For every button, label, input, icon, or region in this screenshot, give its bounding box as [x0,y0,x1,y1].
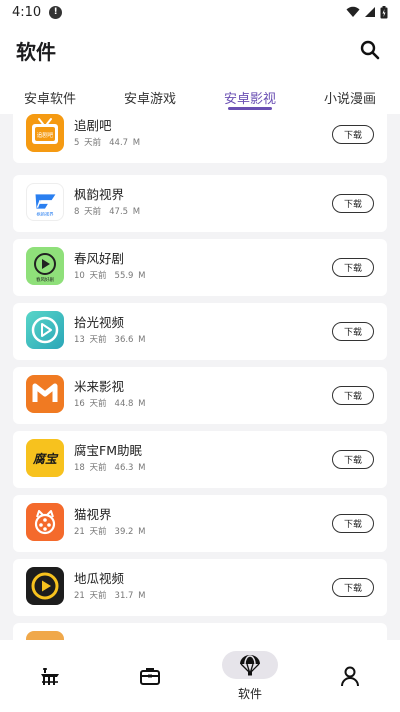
app-name: 追剧吧 [74,118,112,133]
app-name: 米来影视 [74,379,125,394]
play-circle-icon: 春风好剧 [26,247,64,285]
cat-film-icon [26,503,64,541]
app-meta: 21 天前 31.7 M [74,589,146,601]
nav-label: 软件 [237,687,262,701]
tv-icon: 追剧吧 [26,114,64,152]
nav-item-pier[interactable] [0,640,100,712]
app-name: 枫韵视界 [74,187,125,202]
nav-item-toolbox[interactable] [100,640,200,712]
status-time: 4:10 [12,4,42,20]
app-meta: 10 天前 55.9 M [74,269,146,281]
app-icon-partial [26,631,64,640]
app-list[interactable]: 追剧吧 追剧吧 5 天前 44.7 M 下载 枫韵视界 枫韵视界 8 天前 47.5… [0,114,400,640]
app-meta: 13 天前 36.6 M [74,333,146,345]
page-title: 软件 [16,39,56,64]
list-item[interactable]: 春风好剧 春风好剧 10 天前 55.9 M 下载 [13,239,387,296]
app-age: 21 天前 [74,591,107,601]
parachute-icon [238,653,262,681]
svg-text:枫韵视界: 枫韵视界 [36,210,54,217]
status-icons [346,5,388,19]
list-item[interactable]: 米来影视 16 天前 44.8 M 下载 [13,367,387,424]
list-item[interactable]: 拾光视频 13 天前 36.6 M 下载 [13,303,387,360]
app-meta: 21 天前 39.2 M [74,525,146,537]
tab-android-video[interactable]: 安卓影视 [200,76,300,114]
signal-icon [365,7,375,17]
app-size: 55.9 M [114,271,146,281]
app-name: 猫视界 [74,507,112,522]
svg-text:追剧吧: 追剧吧 [37,131,54,139]
app-bar: 软件 [0,24,400,76]
app-meta: 16 天前 44.8 M [74,397,146,409]
list-item[interactable]: 枫韵视界 枫韵视界 8 天前 47.5 M 下载 [13,175,387,232]
app-size: 44.7 M [109,138,141,148]
play-circle-icon [26,567,64,605]
svg-text:春风好剧: 春风好剧 [36,276,54,283]
download-button[interactable]: 下载 [332,514,374,533]
app-size: 47.5 M [109,207,141,217]
nav-item-software[interactable]: 软件 [200,640,300,712]
search-button[interactable] [356,36,384,64]
tab-android-games[interactable]: 安卓游戏 [100,76,200,114]
app-meta: 18 天前 46.3 M [74,461,146,473]
download-button[interactable]: 下载 [332,322,374,341]
app-age: 18 天前 [74,463,107,473]
app-age: 8 天前 [74,207,102,217]
battery-icon [380,5,388,18]
app-name: 地瓜视频 [74,571,125,586]
list-item[interactable]: 猫视界 21 天前 39.2 M 下载 [13,495,387,552]
app-size: 46.3 M [114,463,146,473]
download-button[interactable]: 下载 [332,450,374,469]
category-tabs: 安卓软件 安卓游戏 安卓影视 小说漫画 [0,76,400,114]
download-button[interactable]: 下载 [332,258,374,277]
app-size: 31.7 M [114,591,146,601]
tab-android-software[interactable]: 安卓软件 [0,76,100,114]
tab-novels-comics[interactable]: 小说漫画 [300,76,400,114]
info-icon: ! [49,5,63,19]
fubao-logo-icon: 腐宝 [26,439,64,477]
app-age: 21 天前 [74,527,107,537]
download-button[interactable]: 下载 [332,578,374,597]
maple-logo-icon: 枫韵视界 [26,183,64,221]
list-item[interactable]: 腐宝 腐宝FM助眠 18 天前 46.3 M 下载 [13,431,387,488]
pier-icon [39,665,61,691]
app-age: 13 天前 [74,335,107,345]
app-size: 39.2 M [114,527,146,537]
download-button[interactable]: 下载 [332,194,374,213]
app-size: 36.6 M [114,335,146,345]
bottom-navigation: 软件 [0,640,400,712]
download-button[interactable]: 下载 [332,386,374,405]
app-name: 腐宝FM助眠 [74,443,142,458]
app-age: 16 天前 [74,399,107,409]
list-item[interactable]: 地瓜视频 21 天前 31.7 M 下载 [13,559,387,616]
nav-item-profile[interactable] [300,640,400,712]
toolbox-icon [139,665,161,691]
app-meta: 5 天前 44.7 M [74,136,140,148]
app-name: 拾光视频 [74,315,125,330]
app-name: 春风好剧 [74,251,125,266]
app-meta: 8 天前 47.5 M [74,205,140,217]
app-age: 5 天前 [74,138,102,148]
list-item[interactable]: 追剧吧 追剧吧 5 天前 44.7 M 下载 [13,114,387,163]
person-icon [339,665,361,691]
app-size: 44.8 M [114,399,146,409]
svg-text:腐宝: 腐宝 [32,452,59,466]
list-item[interactable] [13,623,387,640]
play-circle-icon [26,311,64,349]
m-logo-icon [26,375,64,413]
search-icon [360,40,380,60]
status-bar: 4:10 ! [0,0,400,24]
app-age: 10 天前 [74,271,107,281]
wifi-icon [346,6,360,17]
download-button[interactable]: 下载 [332,125,374,144]
